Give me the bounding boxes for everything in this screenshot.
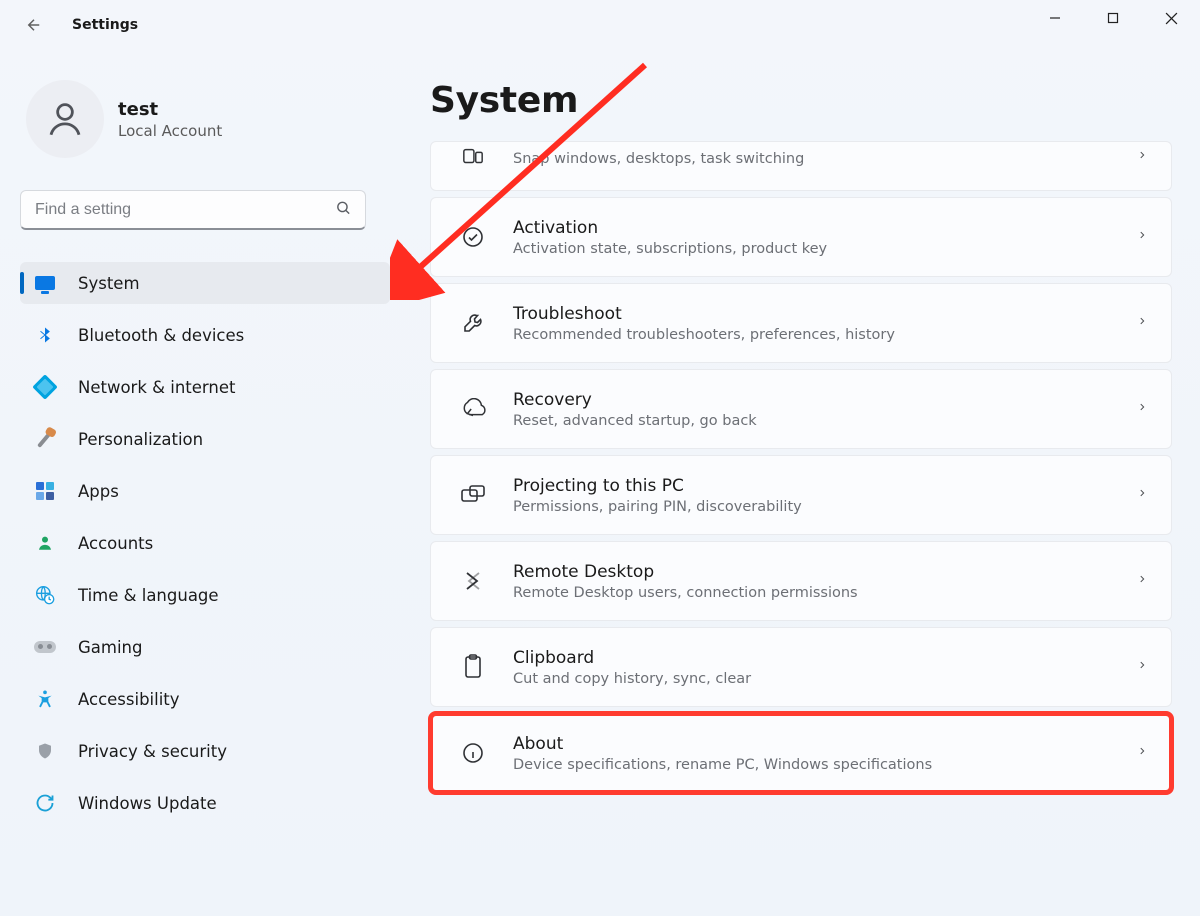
card-subtitle: Remote Desktop users, connection permiss… xyxy=(513,585,1137,601)
chevron-right-icon xyxy=(1137,399,1147,419)
shield-icon xyxy=(34,740,56,762)
arrow-left-icon xyxy=(25,16,43,34)
search-icon xyxy=(335,200,352,221)
nav-label: Windows Update xyxy=(78,794,217,813)
chevron-right-icon xyxy=(1137,743,1147,763)
card-subtitle: Recommended troubleshooters, preferences… xyxy=(513,327,1137,343)
nav-label: System xyxy=(78,274,140,293)
card-projecting[interactable]: Projecting to this PC Permissions, pairi… xyxy=(430,455,1172,535)
multitask-icon xyxy=(459,143,487,171)
remote-icon xyxy=(459,567,487,595)
info-icon xyxy=(459,739,487,767)
nav-label: Personalization xyxy=(78,430,203,449)
nav-item-windows-update[interactable]: Windows Update xyxy=(20,782,390,824)
account-subtitle: Local Account xyxy=(118,122,222,140)
nav-label: Accessibility xyxy=(78,690,180,709)
user-icon xyxy=(34,532,56,554)
account-block[interactable]: test Local Account xyxy=(26,80,380,158)
search-input[interactable] xyxy=(20,190,366,230)
nav: System Bluetooth & devices Network & int… xyxy=(20,262,390,824)
account-name: test xyxy=(118,99,222,120)
card-activation[interactable]: Activation Activation state, subscriptio… xyxy=(430,197,1172,277)
nav-item-bluetooth[interactable]: Bluetooth & devices xyxy=(20,314,390,356)
nav-item-system[interactable]: System xyxy=(20,262,390,304)
nav-label: Privacy & security xyxy=(78,742,227,761)
window-controls xyxy=(1026,0,1200,48)
card-troubleshoot[interactable]: Troubleshoot Recommended troubleshooters… xyxy=(430,283,1172,363)
card-remote-desktop[interactable]: Remote Desktop Remote Desktop users, con… xyxy=(430,541,1172,621)
card-title: Clipboard xyxy=(513,648,1137,668)
chevron-right-icon xyxy=(1137,657,1147,677)
nav-item-gaming[interactable]: Gaming xyxy=(20,626,390,668)
chevron-right-icon xyxy=(1137,147,1147,167)
nav-label: Gaming xyxy=(78,638,143,657)
nav-item-accounts[interactable]: Accounts xyxy=(20,522,390,564)
chevron-right-icon xyxy=(1137,227,1147,247)
minimize-icon xyxy=(1049,12,1061,24)
nav-item-accessibility[interactable]: Accessibility xyxy=(20,678,390,720)
person-icon xyxy=(44,98,86,140)
card-title: Remote Desktop xyxy=(513,562,1137,582)
back-button[interactable] xyxy=(10,1,58,49)
clipboard-icon xyxy=(459,653,487,681)
card-subtitle: Cut and copy history, sync, clear xyxy=(513,671,1137,687)
card-title: About xyxy=(513,734,1137,754)
chevron-right-icon xyxy=(1137,571,1147,591)
nav-item-time-language[interactable]: Time & language xyxy=(20,574,390,616)
nav-label: Bluetooth & devices xyxy=(78,326,244,345)
wrench-icon xyxy=(459,309,487,337)
close-button[interactable] xyxy=(1142,0,1200,36)
avatar xyxy=(26,80,104,158)
content: System Snap windows, desktops, task swit… xyxy=(430,80,1172,793)
card-clipboard[interactable]: Clipboard Cut and copy history, sync, cl… xyxy=(430,627,1172,707)
card-title: Recovery xyxy=(513,390,1137,410)
settings-cards: Snap windows, desktops, task switching A… xyxy=(430,141,1172,793)
card-recovery[interactable]: Recovery Reset, advanced startup, go bac… xyxy=(430,369,1172,449)
card-title: Troubleshoot xyxy=(513,304,1137,324)
chevron-right-icon xyxy=(1137,313,1147,333)
gamepad-icon xyxy=(34,636,56,658)
card-subtitle: Permissions, pairing PIN, discoverabilit… xyxy=(513,499,1137,515)
app-title: Settings xyxy=(72,17,138,33)
accessibility-icon xyxy=(34,688,56,710)
minimize-button[interactable] xyxy=(1026,0,1084,36)
wifi-icon xyxy=(34,376,56,398)
card-subtitle: Reset, advanced startup, go back xyxy=(513,413,1137,429)
card-subtitle: Device specifications, rename PC, Window… xyxy=(513,757,1137,773)
project-icon xyxy=(459,481,487,509)
nav-item-privacy[interactable]: Privacy & security xyxy=(20,730,390,772)
card-title: Activation xyxy=(513,218,1137,238)
nav-item-personalization[interactable]: Personalization xyxy=(20,418,390,460)
nav-label: Accounts xyxy=(78,534,153,553)
chevron-right-icon xyxy=(1137,485,1147,505)
brush-icon xyxy=(34,428,56,450)
card-about[interactable]: About Device specifications, rename PC, … xyxy=(430,713,1172,793)
apps-icon xyxy=(34,480,56,502)
card-title: Projecting to this PC xyxy=(513,476,1137,496)
nav-item-network[interactable]: Network & internet xyxy=(20,366,390,408)
maximize-button[interactable] xyxy=(1084,0,1142,36)
nav-label: Network & internet xyxy=(78,378,235,397)
bluetooth-icon xyxy=(34,324,56,346)
card-subtitle: Activation state, subscriptions, product… xyxy=(513,241,1137,257)
search-wrap xyxy=(20,190,380,230)
nav-label: Apps xyxy=(78,482,119,501)
nav-label: Time & language xyxy=(78,586,219,605)
check-circle-icon xyxy=(459,223,487,251)
nav-item-apps[interactable]: Apps xyxy=(20,470,390,512)
page-title: System xyxy=(430,80,1172,121)
sidebar: test Local Account System Bluetooth & de… xyxy=(0,60,400,834)
maximize-icon xyxy=(1107,12,1119,24)
update-icon xyxy=(34,792,56,814)
close-icon xyxy=(1165,12,1178,25)
globe-clock-icon xyxy=(34,584,56,606)
card-multitasking[interactable]: Snap windows, desktops, task switching xyxy=(430,141,1172,191)
monitor-icon xyxy=(34,272,56,294)
titlebar: Settings xyxy=(0,0,1200,50)
card-subtitle: Snap windows, desktops, task switching xyxy=(513,151,1137,167)
recovery-icon xyxy=(459,395,487,423)
